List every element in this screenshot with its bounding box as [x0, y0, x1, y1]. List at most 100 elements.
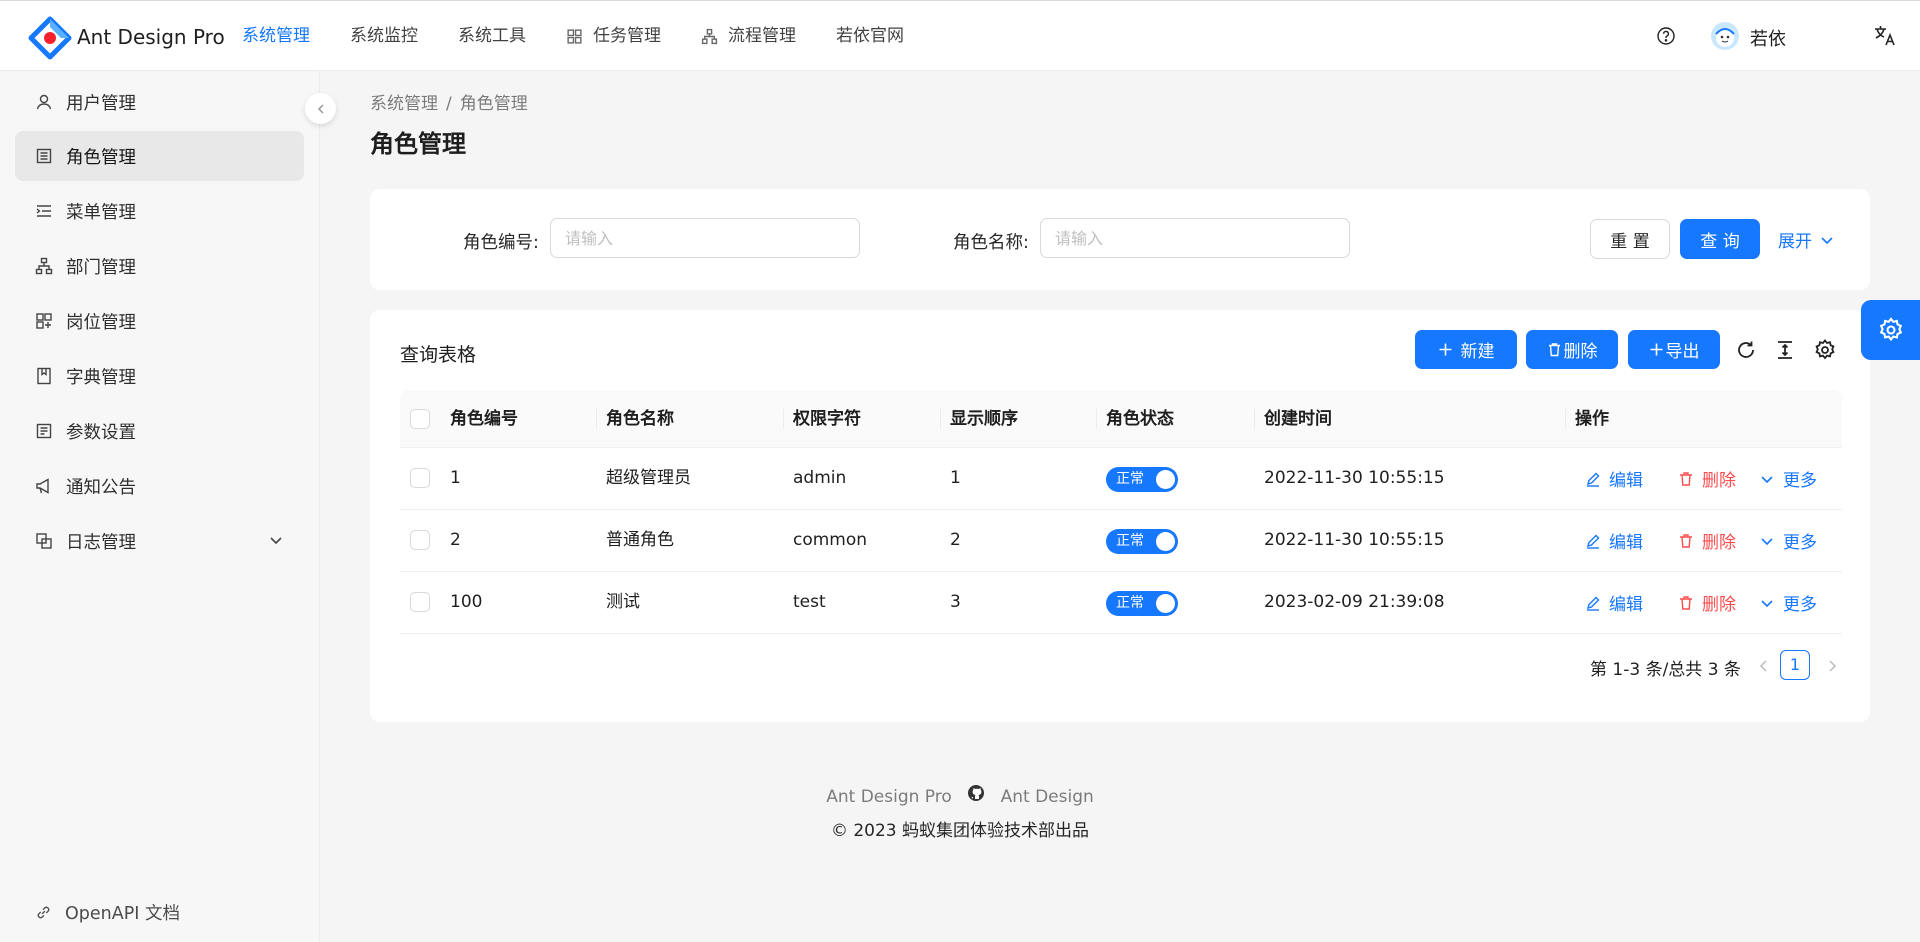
status-switch[interactable]: 正常 — [1106, 467, 1178, 492]
status-switch[interactable]: 正常 — [1106, 529, 1178, 554]
top-header: Ant Design Pro 系统管理 系统监控 系统工具 任务管理 流程管理 … — [0, 0, 1920, 71]
breadcrumb-item[interactable]: 系统管理 — [370, 94, 438, 114]
column-header[interactable]: 角色名称 — [606, 390, 674, 448]
table-card: 查询表格 新建 删除 导出 角色编号 角色名称 权限字符 显示顺序 角色状态 创… — [370, 310, 1870, 722]
chevron-right-icon[interactable] — [1824, 658, 1840, 674]
chevron-down-icon — [1761, 599, 1773, 607]
cell-role-id: 100 — [450, 592, 483, 612]
chevron-down-icon — [1821, 236, 1833, 244]
user-name[interactable]: 若依 — [1750, 25, 1786, 51]
table-row: 1 超级管理员 admin 1 正常 2022-11-30 10:55:15 编… — [400, 448, 1842, 510]
cell-sort: 1 — [950, 468, 961, 488]
nav-process-management[interactable]: 流程管理 — [701, 1, 796, 71]
footer-link-github[interactable] — [967, 784, 985, 802]
delete-link[interactable]: 删除 — [1678, 572, 1736, 633]
column-header[interactable]: 显示顺序 — [950, 390, 1018, 448]
role-name-input[interactable] — [1040, 218, 1350, 258]
reset-button[interactable]: 重 置 — [1590, 219, 1670, 259]
delete-selected-button[interactable]: 删除 — [1526, 330, 1618, 369]
select-all-checkbox[interactable] — [410, 409, 430, 429]
plus-icon — [1650, 343, 1662, 356]
cell-role-key: admin — [793, 468, 847, 488]
translate-icon[interactable] — [1872, 23, 1898, 49]
column-height-icon[interactable] — [1773, 338, 1797, 362]
sidebar-item-posts[interactable]: 岗位管理 — [15, 296, 304, 346]
brand-name[interactable]: Ant Design Pro — [77, 25, 225, 49]
more-dropdown[interactable]: 更多 — [1759, 572, 1817, 633]
setting-list-icon — [36, 423, 52, 439]
sidebar-item-logs[interactable]: 日志管理 — [15, 516, 304, 566]
row-checkbox[interactable] — [410, 468, 430, 488]
sidebar-item-departments[interactable]: 部门管理 — [15, 241, 304, 291]
sidebar-item-params[interactable]: 参数设置 — [15, 406, 304, 456]
nav-label: 系统监控 — [350, 26, 418, 46]
avatar-image-icon — [1715, 28, 1735, 47]
more-dropdown[interactable]: 更多 — [1759, 510, 1817, 571]
question-circle-icon[interactable] — [1656, 26, 1676, 46]
delete-link[interactable]: 删除 — [1678, 448, 1736, 509]
breadcrumb-item: 角色管理 — [459, 94, 528, 114]
sidebar: 用户管理 角色管理 菜单管理 部门管理 岗位管理 字典管理 参数设置 通知公告 … — [0, 71, 320, 942]
row-checkbox[interactable] — [410, 530, 430, 550]
sidebar-collapse-button[interactable] — [305, 93, 336, 124]
row-checkbox[interactable] — [410, 592, 430, 612]
nav-system-monitor[interactable]: 系统监控 — [350, 1, 418, 71]
edit-link[interactable]: 编辑 — [1585, 448, 1643, 509]
ant-design-logo-icon[interactable] — [28, 16, 72, 60]
plus-icon — [1439, 343, 1451, 356]
chevron-left-icon[interactable] — [1756, 658, 1772, 674]
query-button[interactable]: 查 询 — [1680, 219, 1760, 259]
cell-role-name: 测试 — [606, 592, 640, 612]
delete-link[interactable]: 删除 — [1678, 510, 1736, 571]
footer-copyright: © 2023 蚂蚁集团体验技术部出品 — [0, 816, 1920, 841]
book-icon — [37, 367, 51, 385]
new-button[interactable]: 新建 — [1415, 330, 1517, 369]
nav-ruoyi-website[interactable]: 若依官网 — [836, 1, 904, 71]
expand-button[interactable]: 展开 — [1778, 227, 1834, 252]
edit-link[interactable]: 编辑 — [1585, 572, 1643, 633]
sidebar-item-label: 角色管理 — [66, 147, 136, 168]
switch-knob — [1156, 594, 1175, 613]
sidebar-item-roles[interactable]: 角色管理 — [15, 131, 304, 181]
nav-label: 若依官网 — [836, 26, 904, 46]
nav-system-tools[interactable]: 系统工具 — [458, 1, 526, 71]
nav-system-management[interactable]: 系统管理 — [242, 1, 310, 71]
sidebar-item-dictionary[interactable]: 字典管理 — [15, 351, 304, 401]
avatar[interactable] — [1711, 22, 1739, 50]
openapi-docs-link[interactable]: OpenAPI 文档 — [35, 900, 180, 925]
edit-link[interactable]: 编辑 — [1585, 510, 1643, 571]
sidebar-item-users[interactable]: 用户管理 — [15, 77, 304, 127]
chevron-left-icon — [317, 103, 324, 114]
footer-link-ant-design[interactable]: Ant Design — [1001, 787, 1094, 807]
cell-sort: 2 — [950, 530, 961, 550]
sidebar-item-notices[interactable]: 通知公告 — [15, 461, 304, 511]
footer-link-ant-design-pro[interactable]: Ant Design Pro — [826, 787, 952, 807]
sidebar-item-label: 通知公告 — [66, 477, 136, 498]
reload-icon[interactable] — [1734, 338, 1758, 362]
status-switch-label: 正常 — [1116, 471, 1144, 487]
sidebar-item-menus[interactable]: 菜单管理 — [15, 186, 304, 236]
cell-role-name: 超级管理员 — [606, 468, 691, 488]
more-dropdown[interactable]: 更多 — [1759, 448, 1817, 509]
column-header[interactable]: 角色编号 — [450, 390, 518, 448]
column-header[interactable]: 权限字符 — [793, 390, 861, 448]
nav-task-management[interactable]: 任务管理 — [566, 1, 661, 71]
setting-icon[interactable] — [1813, 338, 1837, 362]
column-header[interactable]: 角色状态 — [1106, 390, 1174, 448]
pagination-page-1[interactable]: 1 — [1780, 650, 1810, 680]
delete-label: 删除 — [1563, 342, 1598, 362]
switch-knob — [1156, 532, 1175, 551]
nav-label: 系统管理 — [242, 26, 310, 46]
role-id-input[interactable] — [550, 218, 860, 258]
table-title: 查询表格 — [400, 344, 477, 366]
settings-drawer-button[interactable] — [1861, 300, 1920, 360]
cell-role-id: 2 — [450, 530, 461, 550]
status-switch[interactable]: 正常 — [1106, 591, 1178, 616]
data-table: 角色编号 角色名称 权限字符 显示顺序 角色状态 创建时间 操作 1 超级管理员… — [400, 390, 1842, 634]
sidebar-item-label: 字典管理 — [66, 367, 136, 388]
table-header: 角色编号 角色名称 权限字符 显示顺序 角色状态 创建时间 操作 — [400, 390, 1842, 448]
export-button[interactable]: 导出 — [1628, 330, 1720, 369]
column-header: 操作 — [1575, 409, 1609, 429]
chevron-down-icon — [1761, 537, 1773, 545]
column-header[interactable]: 创建时间 — [1264, 390, 1332, 448]
